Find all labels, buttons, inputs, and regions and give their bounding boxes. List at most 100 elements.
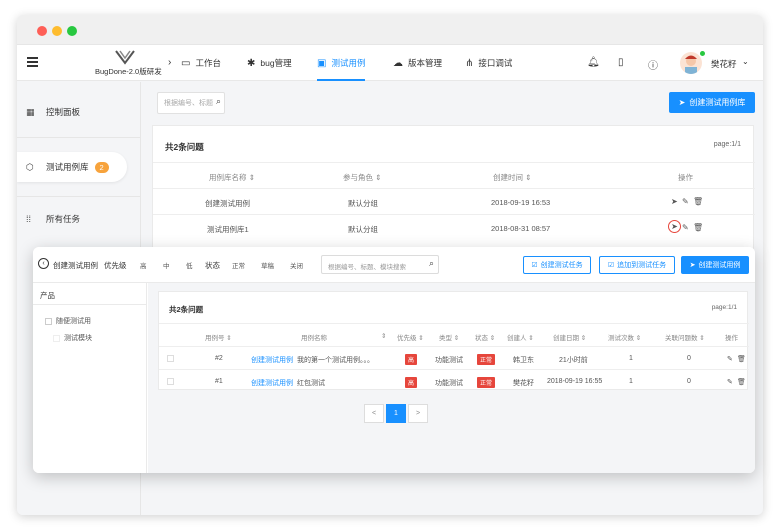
table-row[interactable]: 测试用例库1 默认分组 2018-08-31 08:57 ➤ ✎ 🗑︎ — [153, 214, 755, 240]
priority-medium-option[interactable]: 中 — [163, 260, 170, 270]
tree-header: 产品 — [33, 283, 147, 305]
tree-item[interactable]: 测试模块 — [53, 333, 92, 343]
table-row[interactable]: #2 创建测试用例 我的第一个测试用例。。。 高 功能测试 正常 韩卫东 21小… — [159, 346, 749, 369]
button-label: 创建测试任务 — [540, 262, 583, 269]
column-header[interactable]: 测试次数 ⇕ — [608, 332, 641, 342]
search-icon[interactable]: ⌕ — [429, 258, 434, 269]
chevron-down-icon[interactable]: ⌄ — [742, 57, 749, 66]
divider — [17, 137, 141, 138]
edit-icon[interactable]: ✎ — [682, 223, 689, 232]
sort-icon[interactable]: ⇕ — [381, 332, 386, 340]
created-time: 2018-08-31 08:57 — [491, 224, 551, 233]
trash-icon[interactable]: 🗑︎ — [737, 355, 746, 363]
nav-bug-management[interactable]: ✱ bug管理 — [247, 45, 292, 81]
column-header[interactable]: 创建人 ⇕ — [507, 332, 534, 342]
case-link[interactable]: 创建测试用例 — [251, 378, 293, 388]
search-icon[interactable]: ⌕ — [216, 96, 221, 107]
nav-version-management[interactable]: ☁ 版本管理 — [393, 45, 442, 81]
create-library-button[interactable]: ➤ 创建测试用例库 — [669, 92, 755, 113]
case-search-input[interactable]: 根据编号、标题、模块搜索 ⌕ — [321, 255, 439, 274]
case-id: #2 — [215, 355, 223, 362]
tree-checkbox[interactable] — [53, 334, 60, 342]
next-page-button[interactable]: > — [408, 404, 428, 423]
chevron-right-icon[interactable]: › — [168, 57, 171, 68]
priority-high-option[interactable]: 高 — [140, 260, 147, 270]
column-header[interactable]: 参与角色 ⇕ — [343, 172, 381, 183]
nav-test-cases[interactable]: ▣ 测试用例 — [317, 45, 366, 81]
column-header: 操作 — [725, 335, 738, 342]
create-test-task-button[interactable]: ☑ 创建测试任务 — [523, 256, 591, 274]
priority-low-option[interactable]: 低 — [186, 260, 193, 270]
page-button-current[interactable]: 1 — [386, 404, 406, 423]
back-arrow-icon[interactable]: ‹ — [38, 258, 49, 269]
priority-filter-label: 优先级 — [104, 261, 127, 270]
library-name[interactable]: 创建测试用例 — [205, 198, 250, 209]
library-search-input[interactable]: 根据编号、标题 ⌕ — [157, 92, 225, 114]
column-header[interactable]: 优先级 ⇕ — [397, 332, 424, 342]
button-label: 追加到测试任务 — [617, 262, 667, 269]
trash-icon[interactable]: 🗑︎ — [693, 223, 703, 232]
column-header[interactable]: 用例号 ⇕ — [205, 332, 232, 342]
close-window-button[interactable] — [37, 26, 47, 36]
column-header[interactable]: 状态 ⇕ — [475, 332, 495, 342]
role: 默认分组 — [348, 199, 378, 208]
tree-checkbox[interactable] — [45, 317, 52, 325]
tree-item[interactable]: 随便测试用 — [45, 316, 91, 326]
column-header[interactable]: 关联问题数 ⇕ — [665, 332, 705, 342]
column-header[interactable]: 类型 ⇕ — [439, 332, 459, 342]
nav-workbench[interactable]: ▭ 工作台 — [181, 45, 221, 81]
nav-label: bug管理 — [260, 58, 292, 68]
tree-item-label: 测试模块 — [64, 335, 92, 342]
grid-icon: ⁞⁞ — [26, 214, 32, 224]
edit-icon[interactable]: ✎ — [682, 197, 689, 206]
library-name[interactable]: 测试用例库1 — [207, 224, 249, 235]
table-row[interactable]: 创建测试用例 默认分组 2018-09-19 16:53 ➤ ✎ 🗑︎ — [153, 188, 755, 214]
nav-api-debug[interactable]: ⋔ 接口调试 — [465, 45, 512, 81]
send-icon: ➤ — [678, 98, 686, 107]
add-to-test-task-button[interactable]: ☑ 追加到测试任务 — [599, 256, 675, 274]
info-icon[interactable]: ⓘ — [648, 57, 658, 72]
cube-icon: ⬡ — [26, 161, 34, 172]
send-icon[interactable]: ➤ — [668, 220, 681, 233]
maximize-window-button[interactable] — [67, 26, 77, 36]
send-icon: ➤ — [689, 262, 696, 269]
status-normal-option[interactable]: 正常 — [232, 260, 245, 270]
back-label[interactable]: 创建测试用例 — [53, 260, 98, 271]
sidebar-item-case-library[interactable]: ⬡ 测试用例库 2 — [17, 152, 127, 182]
sidebar-item-dashboard[interactable]: ▦ 控制面板 — [17, 97, 141, 127]
status-closed-option[interactable]: 关闭 — [290, 260, 303, 270]
edit-icon[interactable]: ✎ — [727, 355, 733, 363]
nav-label: 测试用例 — [331, 58, 366, 68]
row-checkbox[interactable] — [167, 378, 174, 385]
trash-icon[interactable]: 🗑︎ — [693, 197, 703, 206]
avatar[interactable] — [680, 52, 702, 74]
create-test-case-button[interactable]: ➤ 创建测试用例 — [681, 256, 749, 274]
column-header[interactable]: 创建时间 ⇕ — [493, 172, 531, 183]
sidebar-item-all-tasks[interactable]: ⁞⁞ 所有任务 — [17, 204, 141, 234]
library-table: 用例库名称 ⇕ 参与角色 ⇕ 创建时间 ⇕ 操作 创建测试用例 默认分组 201… — [153, 162, 755, 240]
divider — [17, 196, 141, 197]
column-header[interactable]: 用例库名称 ⇕ — [209, 172, 255, 183]
case-name[interactable]: 我的第一个测试用例。。。 — [297, 355, 374, 365]
prev-page-button[interactable]: < — [364, 404, 384, 423]
menu-icon[interactable] — [27, 57, 38, 67]
api-icon: ⋔ — [465, 57, 474, 69]
sidebar-item-label: 控制面板 — [46, 107, 81, 117]
mobile-icon[interactable]: ▯ — [618, 57, 624, 68]
username[interactable]: 樊花籽 — [711, 58, 737, 70]
trash-icon[interactable]: 🗑︎ — [737, 378, 746, 386]
search-placeholder: 根据编号、标题、模块搜索 — [328, 264, 406, 271]
minimize-window-button[interactable] — [52, 26, 62, 36]
row-checkbox[interactable] — [167, 355, 174, 362]
case-id: #1 — [215, 378, 223, 385]
table-row[interactable]: #1 创建测试用例 红包测试 高 功能测试 正常 樊花籽 2018-09-19 … — [159, 369, 749, 392]
send-icon[interactable]: ➤ — [671, 197, 678, 206]
edit-icon[interactable]: ✎ — [727, 378, 733, 386]
case-link[interactable]: 创建测试用例 — [251, 355, 293, 365]
bell-icon[interactable]: 🔔︎ — [587, 57, 600, 68]
column-header: 用例名称 — [301, 335, 327, 342]
cloud-icon: ☁ — [393, 57, 403, 69]
status-draft-option[interactable]: 草稿 — [261, 260, 274, 270]
column-header[interactable]: 创建日期 ⇕ — [553, 332, 586, 342]
case-name[interactable]: 红包测试 — [297, 378, 325, 388]
